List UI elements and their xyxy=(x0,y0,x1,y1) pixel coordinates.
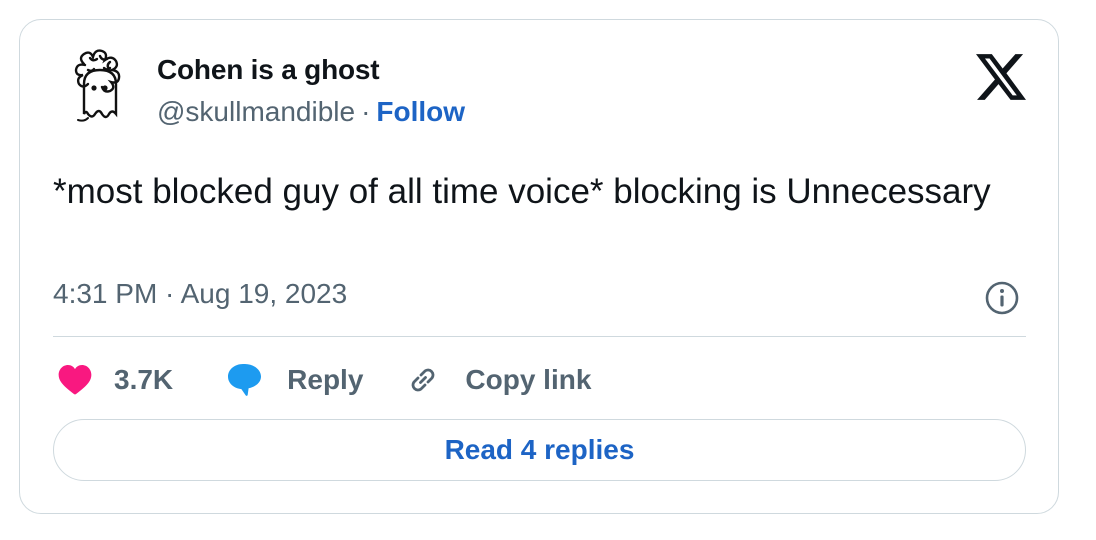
copy-link-button[interactable]: Copy link xyxy=(407,364,591,396)
info-icon[interactable] xyxy=(984,280,1020,316)
author-meta-line: @skullmandible · Follow xyxy=(157,96,465,128)
meta-separator: · xyxy=(361,96,371,127)
heart-icon xyxy=(58,365,92,395)
tweet-actions-bar: 3.7K Reply Copy link xyxy=(58,360,591,400)
x-logo-icon[interactable] xyxy=(976,54,1026,100)
divider xyxy=(53,336,1026,337)
like-count: 3.7K xyxy=(114,364,174,395)
copy-link-label: Copy link xyxy=(465,364,592,395)
author-handle[interactable]: @skullmandible xyxy=(157,96,355,127)
link-icon xyxy=(412,368,435,392)
reply-button[interactable]: Reply xyxy=(227,363,363,397)
ghost-avatar-icon[interactable] xyxy=(66,48,136,124)
like-button[interactable]: 3.7K xyxy=(58,364,173,396)
author-display-name[interactable]: Cohen is a ghost xyxy=(157,54,380,86)
reply-label: Reply xyxy=(287,364,364,395)
tweet-timestamp[interactable]: 4:31 PM · Aug 19, 2023 xyxy=(53,278,347,310)
follow-link[interactable]: Follow xyxy=(376,96,465,127)
speech-bubble-icon xyxy=(228,364,262,396)
tweet-text: *most blocked guy of all time voice* blo… xyxy=(53,172,991,211)
embedded-tweet-card: Cohen is a ghost @skullmandible · Follow *… xyxy=(19,19,1059,514)
read-replies-button[interactable]: Read 4 replies xyxy=(53,419,1026,481)
